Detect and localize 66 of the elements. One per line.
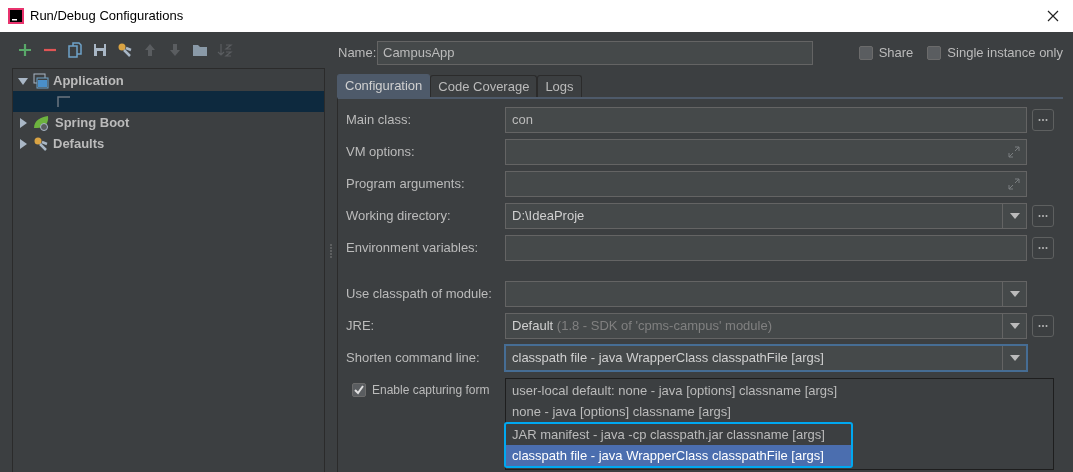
text-field[interactable] bbox=[505, 171, 1027, 197]
dropdown-field[interactable]: classpath file - java WrapperClass classpathFile [args] bbox=[505, 345, 1027, 371]
checkbox[interactable] bbox=[352, 383, 366, 397]
text-field[interactable] bbox=[505, 235, 1027, 261]
field-label: VM options: bbox=[346, 143, 416, 162]
ellipsis-icon bbox=[1038, 246, 1048, 250]
tree-row[interactable]: Defaults bbox=[13, 133, 324, 154]
leaf-icon bbox=[33, 114, 51, 131]
field-label: Working directory: bbox=[346, 207, 452, 226]
name-field[interactable]: CampusApp bbox=[377, 41, 813, 65]
caret-icon bbox=[1009, 355, 1020, 361]
window-title: Run/Debug Configurations bbox=[30, 7, 185, 26]
ellipsis-icon bbox=[1038, 214, 1048, 218]
tree-label: Spring Boot bbox=[55, 113, 130, 132]
dropdown-option[interactable]: classpath file - java WrapperClass classpathFile [args] bbox=[506, 445, 851, 466]
field-label: JRE: bbox=[346, 317, 376, 336]
expand-icon[interactable] bbox=[1008, 178, 1020, 190]
caret-icon bbox=[1009, 291, 1020, 297]
expand-arrow-icon[interactable] bbox=[17, 116, 29, 129]
folder-icon[interactable] bbox=[192, 42, 208, 58]
tree-label: Defaults bbox=[53, 134, 105, 153]
app-logo-icon bbox=[8, 8, 24, 24]
caret-icon bbox=[1009, 323, 1020, 329]
ellipsis-icon bbox=[1038, 324, 1048, 328]
dropdown-option[interactable]: none - java [options] classname [args] bbox=[506, 401, 1053, 422]
wrench-icon bbox=[33, 135, 49, 152]
checkmark-icon bbox=[353, 384, 365, 396]
expand-arrow-icon[interactable] bbox=[17, 137, 29, 150]
field-label: Shorten command line: bbox=[346, 349, 481, 368]
browse-button[interactable] bbox=[1032, 315, 1054, 337]
field-label: Environment variables: bbox=[346, 239, 480, 258]
browse-button[interactable] bbox=[1032, 237, 1054, 259]
name-label: Name: bbox=[337, 44, 377, 63]
text-field[interactable]: con bbox=[505, 107, 1027, 133]
checkbox[interactable] bbox=[927, 46, 942, 60]
ellipsis-icon bbox=[1038, 118, 1048, 122]
field-label: Use classpath of module: bbox=[346, 285, 493, 304]
wrench-icon[interactable] bbox=[117, 42, 133, 58]
text-field[interactable] bbox=[505, 139, 1027, 165]
dropdown-field[interactable]: D:\IdeaProje bbox=[505, 203, 1027, 229]
dropdown-option[interactable]: user-local default: none - java [options] classname [args] bbox=[506, 380, 1053, 401]
option-label[interactable]: Single instance only bbox=[947, 43, 1063, 63]
close-icon bbox=[1047, 10, 1059, 22]
copy-icon[interactable] bbox=[67, 42, 83, 58]
caret-icon bbox=[1009, 213, 1020, 219]
checkbox[interactable] bbox=[858, 46, 873, 60]
window-icon bbox=[57, 94, 71, 109]
dropdown-field[interactable]: Default (1.8 - SDK of 'cpms-campus' module) bbox=[505, 313, 1027, 339]
tree-row[interactable]: Spring Boot bbox=[13, 112, 324, 133]
splitter-handle-icon[interactable] bbox=[329, 244, 333, 260]
browse-button[interactable] bbox=[1032, 109, 1054, 131]
tab[interactable]: Logs bbox=[537, 75, 582, 97]
field-label: Program arguments: bbox=[346, 175, 466, 194]
tree-row[interactable]: Application bbox=[13, 70, 324, 91]
application-icon bbox=[33, 72, 49, 89]
dropdown-option[interactable]: JAR manifest - java -cp classpath.jar classname [args] bbox=[506, 424, 851, 445]
dropdown-field[interactable] bbox=[505, 281, 1027, 307]
field-label: Main class: bbox=[346, 111, 413, 130]
checkbox-label[interactable]: Enable capturing form bbox=[372, 381, 490, 399]
expand-icon[interactable] bbox=[1008, 146, 1020, 158]
add-icon[interactable] bbox=[17, 42, 33, 58]
browse-button[interactable] bbox=[1032, 205, 1054, 227]
tab[interactable]: Code Coverage bbox=[430, 75, 538, 97]
tree-label: Application bbox=[53, 71, 124, 90]
option-label[interactable]: Share bbox=[878, 43, 914, 63]
tab[interactable]: Configuration bbox=[337, 74, 431, 97]
